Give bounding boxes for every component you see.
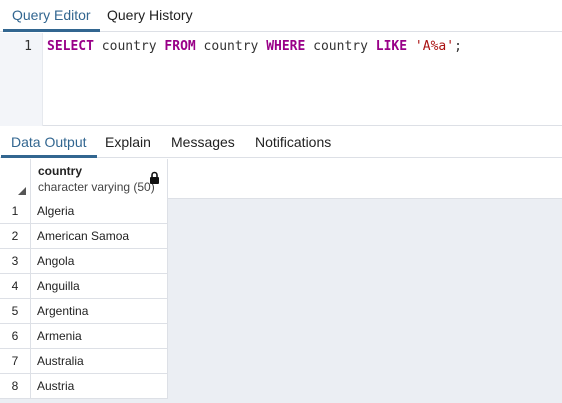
code-line[interactable]: SELECT country FROM country WHERE countr… <box>47 39 462 54</box>
table-row[interactable]: 4 Anguilla <box>0 274 168 299</box>
select-all-triangle-icon <box>18 187 26 195</box>
row-number[interactable]: 3 <box>0 249 31 273</box>
select-all-corner[interactable] <box>0 159 31 199</box>
semicolon: ; <box>454 39 462 54</box>
identifier-column-2: country <box>305 39 376 54</box>
tab-query-editor[interactable]: Query Editor <box>3 0 100 32</box>
cell-country[interactable]: Austria <box>31 374 168 398</box>
row-number[interactable]: 5 <box>0 299 31 323</box>
sql-editor[interactable]: 1 SELECT country FROM country WHERE coun… <box>0 33 562 126</box>
output-tab-bar: Data Output Explain Messages Notificatio… <box>0 127 562 158</box>
table-row[interactable]: 7 Australia <box>0 349 168 374</box>
cell-country[interactable]: Anguilla <box>31 274 168 298</box>
keyword-where: WHERE <box>266 39 306 54</box>
column-name: country <box>38 164 83 178</box>
row-number[interactable]: 8 <box>0 374 31 398</box>
table-row[interactable]: 6 Armenia <box>0 324 168 349</box>
string-literal: 'A%a' <box>414 39 455 54</box>
cell-country[interactable]: Argentina <box>31 299 168 323</box>
column-header-country[interactable]: country character varying (50) <box>31 159 168 199</box>
lock-icon <box>150 171 159 184</box>
grid-header: country character varying (50) <box>0 159 562 199</box>
row-number[interactable]: 6 <box>0 324 31 348</box>
column-type: character varying (50) <box>38 180 155 194</box>
cell-country[interactable]: Armenia <box>31 324 168 348</box>
line-number: 1 <box>24 39 32 54</box>
row-number[interactable]: 1 <box>0 199 31 223</box>
table-row[interactable]: 3 Angola <box>0 249 168 274</box>
row-number[interactable]: 4 <box>0 274 31 298</box>
table-row[interactable]: 1 Algeria <box>0 199 168 224</box>
tab-data-output[interactable]: Data Output <box>1 127 97 158</box>
cell-country[interactable]: American Samoa <box>31 224 168 248</box>
cell-country[interactable]: Algeria <box>31 199 168 223</box>
table-row[interactable]: 5 Argentina <box>0 299 168 324</box>
row-number[interactable]: 2 <box>0 224 31 248</box>
table-row[interactable]: 2 American Samoa <box>0 224 168 249</box>
tab-notifications[interactable]: Notifications <box>245 127 341 158</box>
keyword-select: SELECT <box>47 39 94 54</box>
grid-rows: 1 Algeria 2 American Samoa 3 Angola 4 An… <box>0 199 168 399</box>
tab-query-history[interactable]: Query History <box>98 0 202 32</box>
cell-country[interactable]: Angola <box>31 249 168 273</box>
tab-messages[interactable]: Messages <box>161 127 245 158</box>
identifier-column: country <box>93 39 165 54</box>
tab-explain[interactable]: Explain <box>95 127 161 158</box>
table-row[interactable]: 8 Austria <box>0 374 168 399</box>
result-grid: country character varying (50) 1 Algeria… <box>0 159 562 403</box>
row-number[interactable]: 7 <box>0 349 31 373</box>
identifier-table: country <box>195 39 267 54</box>
keyword-like: LIKE <box>375 39 408 54</box>
editor-tab-bar: Query Editor Query History <box>0 0 562 32</box>
line-gutter: 1 <box>0 33 43 126</box>
cell-country[interactable]: Australia <box>31 349 168 373</box>
keyword-from: FROM <box>164 39 196 54</box>
